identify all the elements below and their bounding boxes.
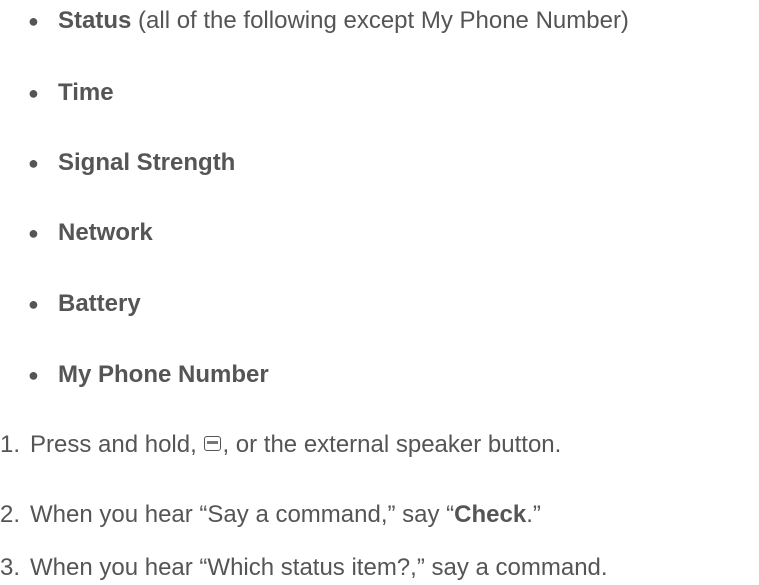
- step-number: 2.: [0, 501, 21, 528]
- step-text: , or the external speaker button.: [222, 431, 562, 458]
- bullet-icon: ●: [28, 223, 39, 243]
- step-number: 1.: [0, 431, 21, 458]
- step-text: Press and hold,: [30, 431, 204, 458]
- item-term: Time: [58, 79, 114, 106]
- step-text: When you hear “Say a command,” say “: [30, 501, 455, 528]
- item-description: (all of the following except My Phone Nu…: [131, 7, 629, 34]
- item-term: Battery: [58, 290, 141, 317]
- bullet-icon: ●: [28, 11, 39, 31]
- step-number: 3.: [0, 554, 21, 581]
- item-term: Network: [58, 219, 153, 246]
- item-term: Signal Strength: [58, 149, 236, 176]
- bullet-icon: ●: [28, 153, 39, 173]
- speaker-key-icon: [204, 436, 222, 452]
- command-word: Check: [454, 501, 527, 528]
- bullet-icon: ●: [28, 294, 39, 314]
- bullet-icon: ●: [28, 83, 39, 103]
- item-term: My Phone Number: [58, 361, 269, 388]
- item-term: Status: [58, 7, 132, 34]
- step-text: .”: [526, 501, 541, 528]
- step-text: When you hear “Which status item?,” say …: [30, 554, 608, 581]
- bullet-icon: ●: [28, 365, 39, 385]
